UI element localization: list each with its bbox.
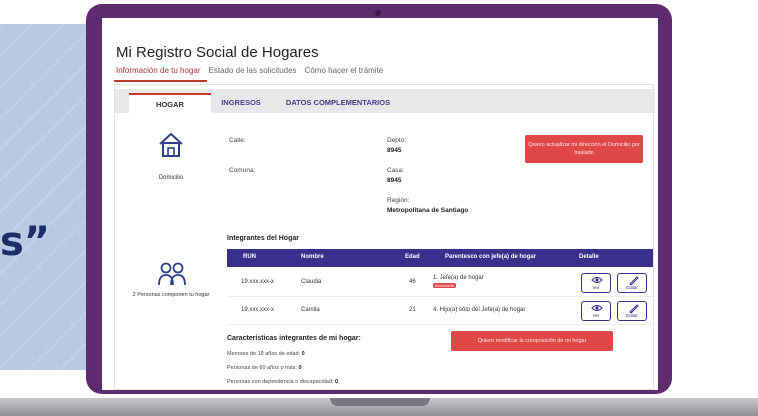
char-mayores: Personas de 60 años o más: 0 — [227, 365, 302, 371]
calle-label: Calle: — [229, 137, 246, 144]
char-dependencia-value: 0 — [334, 379, 339, 385]
parentesco-cell: 4. Hijo(a) sólo del Jefe(a) de hogar — [433, 307, 526, 313]
ver-label: Ver — [592, 285, 600, 290]
people-icon — [158, 262, 186, 286]
col-parentesco: Parentesco con jefe(a) de hogar — [445, 254, 537, 260]
backdrop-right — [668, 24, 758, 370]
region-label: Región: — [387, 197, 410, 204]
editar-label: Editar — [626, 313, 638, 318]
backdrop-pattern-left — [0, 24, 92, 370]
home-icon — [159, 132, 183, 157]
nombre-cell: Claudia — [301, 279, 322, 285]
parentesco-text: 1. Jefe(a) de hogar — [433, 275, 484, 281]
col-nombre: Nombre — [301, 254, 324, 260]
char-menores: Menores de 18 años de edad: 0 — [227, 351, 305, 357]
table-row: 19.xxx.xxx-x Claudia 46 1. Jefe(a) de ho… — [227, 269, 653, 297]
subtab-bar: HOGAR INGRESOS DATOS COMPLEMENTARIOS — [115, 89, 655, 113]
subtab-datos-complementarios[interactable]: DATOS COMPLEMENTARIOS — [271, 93, 405, 113]
char-mayores-value: 0 — [298, 365, 302, 371]
char-menores-label: Menores de 18 años de edad: — [227, 351, 301, 357]
top-tabs: Información de tu hogar Estado de las so… — [114, 66, 389, 82]
col-run: RUN — [243, 254, 256, 260]
pencil-icon — [629, 304, 639, 313]
ver-button[interactable]: Ver — [581, 301, 611, 321]
table-row: 19.xxx.xxx-x Camila 21 4. Hijo(a) sólo d… — [227, 297, 653, 325]
page-title: Mi Registro Social de Hogares — [116, 44, 319, 61]
pencil-icon — [629, 276, 639, 285]
depto-value: 8945 — [387, 147, 402, 154]
run-cell: 19.xxx.xxx-x — [241, 279, 275, 285]
edad-cell: 46 — [409, 279, 416, 285]
hogar-panel: HOGAR INGRESOS DATOS COMPLEMENTARIOS Dom… — [114, 84, 655, 390]
household-count-label: 2 Personas componen tu hogar — [132, 292, 210, 298]
members-table-header: RUN Nombre Edad Parentesco con jefe(a) d… — [227, 249, 653, 267]
tab-como-hacer-tramite[interactable]: Cómo hacer el trámite — [303, 66, 390, 82]
laptop-screen: Mi Registro Social de Hogares Informació… — [102, 18, 658, 390]
char-mayores-label: Personas de 60 años o más: — [227, 365, 298, 371]
camera-icon — [375, 10, 381, 16]
col-detalle: Detalle — [579, 254, 599, 260]
laptop-base-notch — [330, 398, 430, 406]
casa-value: 8945 — [387, 177, 402, 184]
region-value: Metropolitana de Santiago — [387, 207, 469, 214]
edad-cell: 21 — [409, 307, 416, 313]
subtab-ingresos[interactable]: INGRESOS — [213, 93, 269, 113]
char-dependencia: Personas con dependencia o discapacidad:… — [227, 379, 338, 385]
eye-icon — [591, 277, 603, 283]
editar-button[interactable]: Editar — [617, 301, 647, 321]
casa-label: Casa: — [387, 167, 404, 174]
comuna-label: Comuna: — [229, 167, 256, 174]
tab-estado-solicitudes[interactable]: Estado de las solicitudes — [207, 66, 303, 82]
editar-button[interactable]: Editar — [617, 273, 647, 293]
depto-label: Depto: — [387, 137, 407, 144]
informante-badge: Informante — [433, 283, 457, 288]
ver-label: Ver — [592, 313, 600, 318]
char-menores-value: 0 — [301, 351, 305, 357]
caracteristicas-title: Características integrantes de mi hogar: — [227, 335, 361, 342]
modify-composition-button[interactable]: Quiero modificar la composición de mi ho… — [451, 331, 613, 351]
update-address-button[interactable]: Quiero actualizar mi dirección el Domici… — [525, 135, 643, 163]
eye-icon — [591, 305, 603, 311]
domicilio-label: Domicilio — [158, 175, 184, 181]
backdrop-quote-fragment: s” — [0, 219, 51, 265]
tab-informacion-hogar[interactable]: Información de tu hogar — [114, 66, 207, 82]
integrantes-title: Integrantes del Hogar — [227, 235, 299, 242]
ver-button[interactable]: Ver — [581, 273, 611, 293]
char-dependencia-label: Personas con dependencia o discapacidad: — [227, 379, 334, 385]
parentesco-cell: 1. Jefe(a) de hogar Informante — [433, 275, 553, 288]
run-cell: 19.xxx.xxx-x — [241, 307, 275, 313]
subtab-hogar[interactable]: HOGAR — [129, 93, 211, 113]
nombre-cell: Camila — [301, 307, 320, 313]
editar-label: Editar — [626, 285, 638, 290]
col-edad: Edad — [405, 254, 420, 260]
